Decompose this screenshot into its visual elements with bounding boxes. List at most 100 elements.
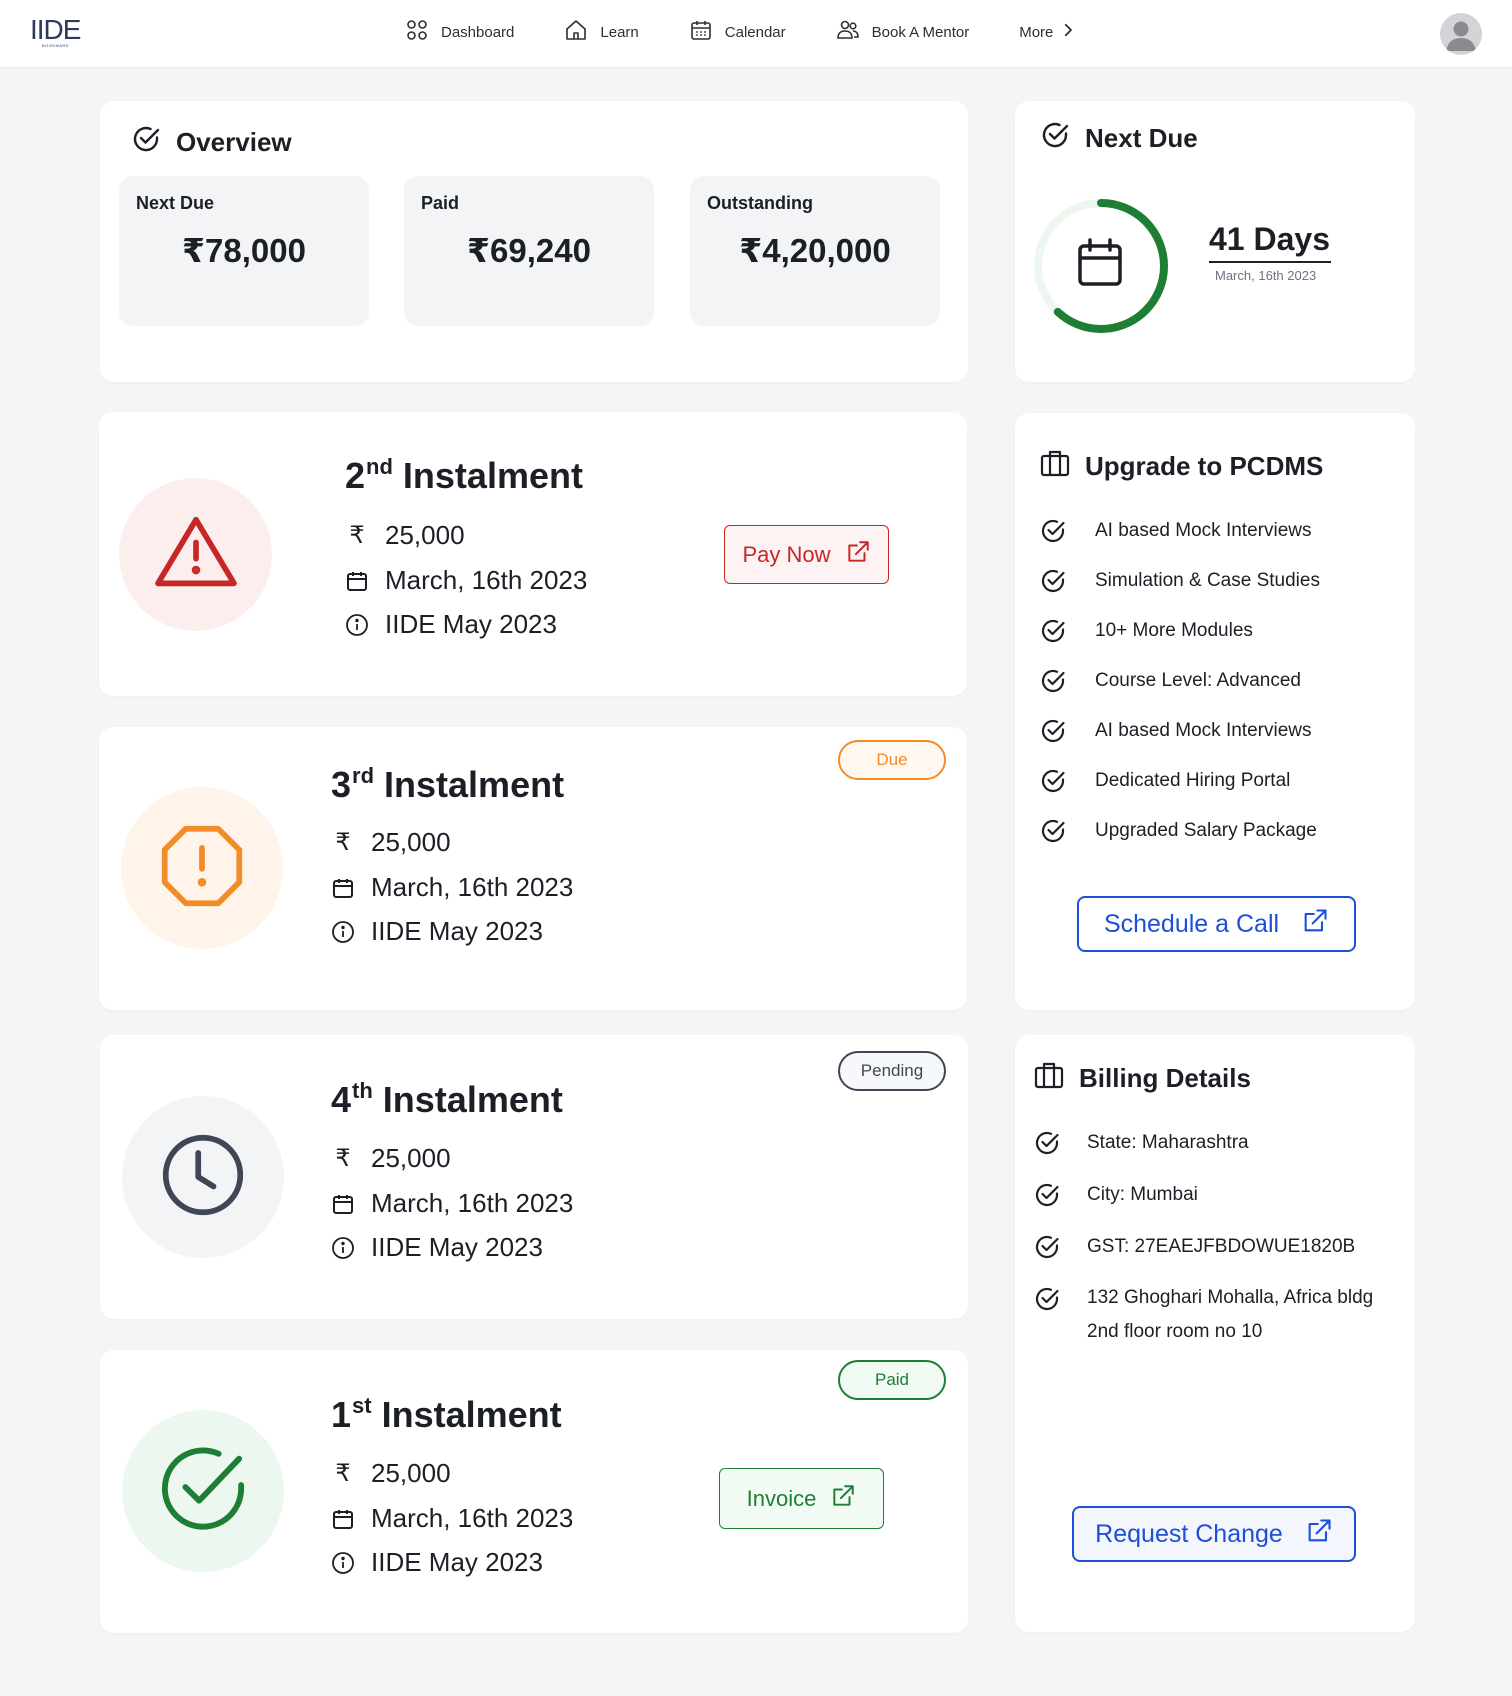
instalment-card-4: Pending 4th Instalment ₹ 25,000 March, 16…	[100, 1035, 968, 1319]
date-value: March, 16th 2023	[371, 1503, 574, 1533]
batch-value: IIDE May 2023	[371, 1547, 543, 1577]
list-item: Dedicated Hiring Portal	[1039, 756, 1320, 806]
billing-title: Billing Details	[1079, 1063, 1251, 1093]
date-row: March, 16th 2023	[331, 1503, 573, 1534]
stat-label: Next Due	[136, 193, 215, 213]
list-item: AI based Mock Interviews	[1039, 506, 1320, 556]
calendar-icon	[1078, 238, 1122, 286]
check-circle-icon	[1039, 119, 1071, 158]
list-item: Course Level: Advanced	[1039, 656, 1320, 706]
billing-gst: GST: 27EAEJFBDOWUE1820B	[1087, 1236, 1356, 1257]
briefcase-icon	[1039, 447, 1071, 486]
list-item: GST: 27EAEJFBDOWUE1820B	[1033, 1235, 1373, 1261]
check-circle-icon	[130, 123, 162, 162]
schedule-call-button[interactable]: Schedule a Call	[1077, 896, 1356, 952]
grid-icon	[405, 18, 429, 46]
stat-label: Outstanding	[707, 193, 813, 213]
nav-item-book-mentor[interactable]: Book A Mentor	[836, 18, 969, 46]
external-link-icon	[1305, 1517, 1333, 1552]
calendar-icon	[345, 569, 369, 593]
address-line-1: 132 Ghoghari Mohalla, Africa bldg	[1087, 1287, 1374, 1308]
batch-value: IIDE May 2023	[371, 916, 543, 946]
instalment-word: Instalment	[402, 455, 583, 496]
clock-icon	[160, 1132, 246, 1223]
pay-now-button[interactable]: Pay Now	[724, 525, 889, 584]
instalment-card-1: Paid 1st Instalment ₹ 25,000 March, 16th …	[100, 1350, 968, 1633]
instalment-title: 3rd Instalment	[331, 763, 564, 806]
overview-title: Overview	[176, 127, 292, 157]
nav-item-more[interactable]: More	[1019, 21, 1077, 43]
status-circle	[119, 478, 272, 631]
invoice-button[interactable]: Invoice	[719, 1468, 884, 1529]
ordinal-suffix: rd	[352, 763, 375, 788]
overview-card: Overview Next Due ₹78,000 Paid ₹69,240 O…	[100, 101, 968, 382]
ordinal-suffix: th	[352, 1078, 373, 1103]
nav-label: Dashboard	[441, 23, 515, 41]
check-circle-icon	[1041, 569, 1065, 593]
instalment-card-2: 2nd Instalment ₹ 25,000 March, 16th 2023 …	[99, 412, 967, 696]
date-value: March, 16th 2023	[371, 872, 574, 902]
date-value: March, 16th 2023	[385, 565, 588, 595]
list-item: AI based Mock Interviews	[1039, 706, 1320, 756]
iide-logo[interactable]: IIDE BOOKMARK	[30, 16, 82, 50]
ordinal-suffix: st	[352, 1393, 372, 1418]
check-circle-icon	[1035, 1235, 1059, 1259]
nav-label: Learn	[600, 23, 639, 41]
main-nav: Dashboard Learn Calendar Book A Mentor M…	[405, 0, 1077, 64]
upgrade-title: Upgrade to PCDMS	[1085, 451, 1324, 481]
invoice-label: Invoice	[746, 1485, 817, 1511]
request-change-button[interactable]: Request Change	[1072, 1506, 1356, 1562]
check-circle-icon	[1035, 1131, 1059, 1155]
instalment-word: Instalment	[384, 764, 565, 805]
status-badge-paid: Paid	[838, 1360, 946, 1400]
list-item: Simulation & Case Studies	[1039, 556, 1320, 606]
check-circle-icon	[1041, 619, 1065, 643]
logo-subtext: BOOKMARK	[42, 43, 70, 48]
amount-value: 25,000	[371, 1458, 451, 1488]
check-circle-icon	[1041, 719, 1065, 743]
feature-label: Dedicated Hiring Portal	[1095, 770, 1291, 791]
chevron-right-icon	[1059, 21, 1077, 43]
amount-row: ₹ 25,000	[331, 1143, 450, 1174]
ordinal-suffix: nd	[366, 454, 393, 479]
nav-item-dashboard[interactable]: Dashboard	[405, 18, 514, 46]
feature-label: Upgraded Salary Package	[1095, 820, 1317, 841]
instalment-title: 2nd Instalment	[345, 454, 583, 497]
batch-value: IIDE May 2023	[371, 1232, 543, 1262]
nav-item-calendar[interactable]: Calendar	[689, 18, 786, 46]
logo-text: IIDE	[30, 14, 81, 45]
amount-row: ₹ 25,000	[345, 520, 464, 551]
rupee-icon: ₹	[349, 522, 365, 549]
batch-value: IIDE May 2023	[385, 609, 557, 639]
check-circle-icon	[1041, 669, 1065, 693]
feature-label: AI based Mock Interviews	[1095, 520, 1312, 541]
check-circle-icon	[1041, 519, 1065, 543]
check-circle-icon	[1035, 1183, 1059, 1207]
due-progress-ring	[1031, 196, 1171, 336]
rupee-icon: ₹	[335, 1460, 351, 1487]
status-badge-pending: Pending	[838, 1051, 946, 1091]
date-row: March, 16th 2023	[345, 565, 587, 596]
nav-item-learn[interactable]: Learn	[564, 18, 639, 46]
status-circle	[121, 787, 283, 949]
calendar-icon	[331, 1507, 355, 1531]
check-circle-icon	[159, 1445, 247, 1538]
overview-header: Overview	[130, 123, 292, 162]
list-item: 132 Ghoghari Mohalla, Africa bldg 2nd fl…	[1033, 1287, 1373, 1349]
batch-row: IIDE May 2023	[345, 609, 557, 640]
status-badge-due: Due	[838, 740, 946, 780]
billing-state: State: Maharashtra	[1087, 1132, 1249, 1153]
instalment-ordinal: 3	[331, 764, 352, 805]
info-icon	[331, 1236, 355, 1260]
external-link-icon	[830, 1483, 856, 1515]
billing-city: City: Mumbai	[1087, 1184, 1198, 1205]
pay-now-label: Pay Now	[742, 541, 831, 567]
next-due-card: Next Due 41 Days March, 16th 2023	[1015, 101, 1415, 382]
list-item: State: Maharashtra	[1033, 1131, 1373, 1157]
request-change-label: Request Change	[1095, 1519, 1283, 1548]
feature-label: Course Level: Advanced	[1095, 670, 1301, 691]
calendar-icon	[331, 876, 355, 900]
user-avatar[interactable]	[1440, 13, 1482, 55]
briefcase-icon	[1033, 1059, 1065, 1098]
stat-value: ₹4,20,000	[739, 232, 891, 269]
